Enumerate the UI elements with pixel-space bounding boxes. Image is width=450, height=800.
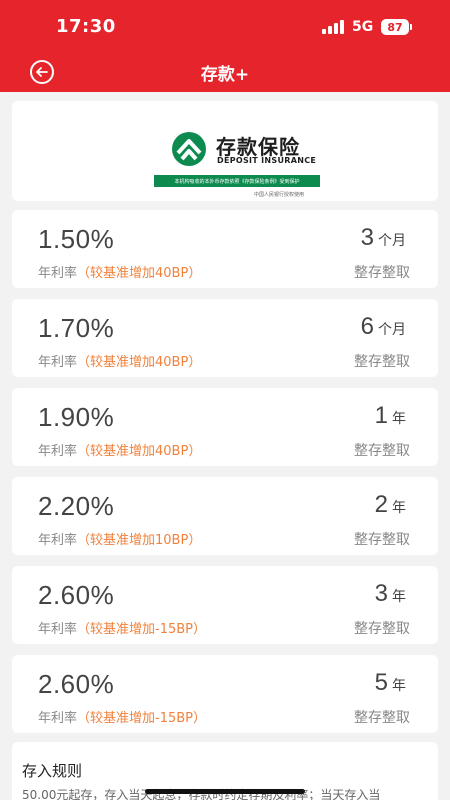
rate-label-text: 年利率 — [38, 622, 78, 637]
rules-title: 存入规则 — [22, 762, 83, 780]
rate-label-text: 年利率 — [38, 444, 78, 459]
status-time: 17:30 — [56, 16, 116, 37]
network-label: 5G — [352, 19, 374, 35]
deposit-insurance-banner: 存款保险 DEPOSIT INSURANCE 本机构吸收的本外币存款依照《存款保… — [12, 101, 438, 201]
deposit-product-card[interactable]: 2.60% 年利率（较基准增加-15BP） 3年 整存整取 — [12, 566, 438, 644]
app-header: 17:30 5G 87 存款+ — [0, 0, 450, 92]
term: 5年 — [375, 669, 406, 697]
arrow-left-icon — [36, 67, 48, 77]
deposit-insurance-logo: 存款保险 DEPOSIT INSURANCE — [170, 131, 320, 167]
term-unit: 年 — [392, 677, 406, 693]
rate-note: （较基准增加10BP） — [77, 533, 202, 548]
home-indicator[interactable] — [145, 789, 305, 794]
term-number: 6 — [360, 313, 374, 340]
rate-label: 年利率（较基准增加40BP） — [38, 262, 201, 281]
rate-label-text: 年利率 — [38, 355, 78, 370]
deposit-type: 整存整取 — [354, 354, 410, 370]
battery-icon: 87 — [381, 19, 412, 35]
rate-value: 1.90% — [38, 402, 115, 432]
rate-label: 年利率（较基准增加40BP） — [38, 351, 201, 370]
issuer-text: 中国人民银行授权使用 — [254, 192, 305, 198]
rate-label: 年利率（较基准增加-15BP） — [38, 707, 206, 726]
term: 3 个月 — [361, 224, 406, 252]
rate-note: （较基准增加40BP） — [77, 266, 202, 281]
logo-english-text: DEPOSIT INSURANCE — [217, 156, 317, 165]
term: 6 个月 — [361, 313, 406, 341]
insurance-notice-strip: 本机构吸收的本外币存款依照《存款保险条例》受到保护 — [154, 175, 320, 187]
term-number: 2 — [374, 491, 388, 518]
term-unit: 个月 — [378, 321, 406, 337]
deposit-insurance-logo-icon — [172, 132, 206, 166]
back-button[interactable] — [30, 60, 54, 84]
deposit-type: 整存整取 — [354, 710, 410, 726]
rate-value: 2.60% — [38, 669, 115, 699]
rate-label: 年利率（较基准增加40BP） — [38, 440, 201, 459]
rate-label-text: 年利率 — [38, 266, 78, 281]
deposit-type: 整存整取 — [354, 532, 410, 548]
term-unit: 年 — [392, 410, 406, 426]
deposit-product-card[interactable]: 1.50% 年利率（较基准增加40BP） 3 个月 整存整取 — [12, 210, 438, 288]
rate-label: 年利率（较基准增加10BP） — [38, 529, 201, 548]
deposit-product-card[interactable]: 2.20% 年利率（较基准增加10BP） 2年 整存整取 — [12, 477, 438, 555]
term-number: 3 — [374, 580, 388, 607]
rate-note: （较基准增加40BP） — [77, 444, 202, 459]
rate-value: 1.50% — [38, 224, 115, 254]
deposit-product-card[interactable]: 1.90% 年利率（较基准增加40BP） 1年 整存整取 — [12, 388, 438, 466]
rate-label-text: 年利率 — [38, 533, 78, 548]
rate-label-text: 年利率 — [38, 711, 78, 726]
term-number: 1 — [374, 402, 388, 429]
deposit-product-card[interactable]: 2.60% 年利率（较基准增加-15BP） 5年 整存整取 — [12, 655, 438, 733]
term-unit: 年 — [392, 588, 406, 604]
term-unit: 个月 — [378, 232, 406, 248]
term-unit: 年 — [392, 499, 406, 515]
term-number: 3 — [360, 224, 374, 251]
deposit-type: 整存整取 — [354, 443, 410, 459]
rate-value: 2.20% — [38, 491, 115, 521]
status-bar: 17:30 5G 87 — [0, 0, 450, 54]
deposit-type: 整存整取 — [354, 621, 410, 637]
deposit-type: 整存整取 — [354, 265, 410, 281]
term: 1年 — [375, 402, 406, 430]
signal-icon — [322, 20, 346, 34]
term-number: 5 — [374, 669, 388, 696]
content-area[interactable]: 存款保险 DEPOSIT INSURANCE 本机构吸收的本外币存款依照《存款保… — [0, 92, 450, 800]
nav-bar: 存款+ — [0, 54, 450, 92]
rate-note: （较基准增加40BP） — [77, 355, 202, 370]
term: 2年 — [375, 491, 406, 519]
rate-label: 年利率（较基准增加-15BP） — [38, 618, 206, 637]
page-title: 存款+ — [200, 65, 250, 85]
rate-value: 1.70% — [38, 313, 115, 343]
deposit-product-card[interactable]: 1.70% 年利率（较基准增加40BP） 6 个月 整存整取 — [12, 299, 438, 377]
rate-value: 2.60% — [38, 580, 115, 610]
term: 3年 — [375, 580, 406, 608]
rate-note: （较基准增加-15BP） — [77, 711, 207, 726]
rate-note: （较基准增加-15BP） — [77, 622, 207, 637]
